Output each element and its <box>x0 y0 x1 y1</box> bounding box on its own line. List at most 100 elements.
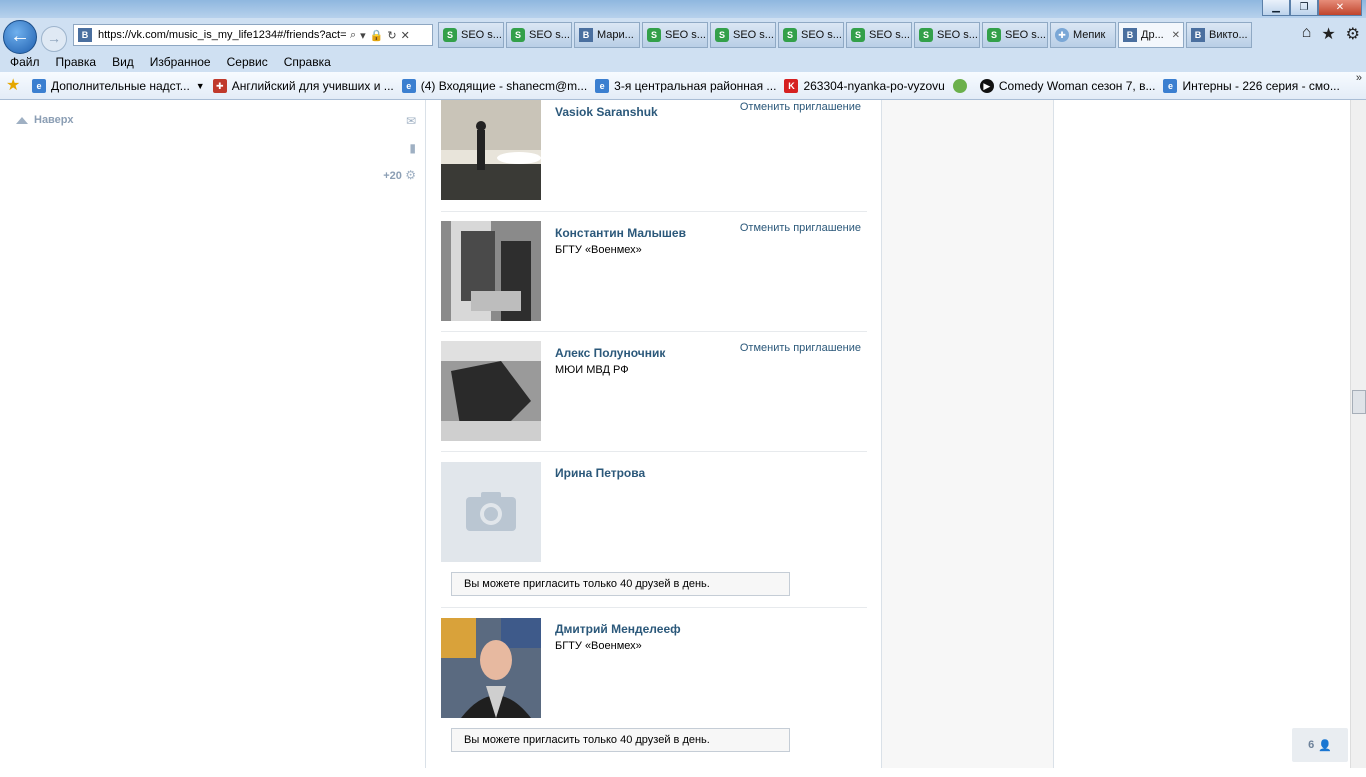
tab-1[interactable]: S SEO s... <box>506 22 572 48</box>
favorite-link-0[interactable]: e Дополнительные надст... ▼ <box>32 78 205 93</box>
ie-page-icon: e <box>1163 78 1178 93</box>
menu-bar: Файл Правка Вид Избранное Сервис Справка <box>0 52 1366 72</box>
title-bar: ▁ ❐ ✕ <box>0 0 1366 18</box>
invite-limit-notice: Вы можете пригласить только 40 друзей в … <box>451 728 790 752</box>
favorite-link-1[interactable]: ✚ Английский для учивших и ... <box>212 78 394 93</box>
avatar-placeholder[interactable] <box>441 462 541 562</box>
friend-row: Ирина Петрова Вы можете пригласить тольк… <box>441 451 867 608</box>
green-globe-icon <box>952 78 967 93</box>
home-icon[interactable]: ⌂ <box>1302 24 1312 44</box>
avatar[interactable] <box>441 100 541 200</box>
menu-tools[interactable]: Сервис <box>227 55 268 69</box>
site-favicon-icon: B <box>78 28 92 42</box>
play-circle-icon: ▶ <box>979 78 994 93</box>
arrow-up-icon <box>16 116 28 124</box>
mepik-favicon-icon: ✚ <box>1055 28 1069 42</box>
navigation-row: ← → B https://vk.com/music_is_my_life123… <box>0 18 1366 54</box>
refresh-icon[interactable]: ↻ <box>387 29 396 42</box>
avatar[interactable] <box>441 341 541 441</box>
page-scrollbar[interactable] <box>1350 100 1366 768</box>
favorite-link-5[interactable] <box>952 78 972 93</box>
url-text[interactable]: https://vk.com/music_is_my_life1234#/fri… <box>98 29 346 41</box>
vk-favicon-icon: B <box>579 28 593 42</box>
favorites-star-icon[interactable]: ★ <box>1321 24 1335 44</box>
back-to-top-link[interactable]: Наверх <box>16 114 74 126</box>
favorite-link-6[interactable]: ▶ Comedy Woman сезон 7, в... <box>979 78 1155 93</box>
avatar[interactable] <box>441 221 541 321</box>
friend-university: БГТУ «Военмех» <box>555 640 642 652</box>
vk-favicon-icon: B <box>1191 28 1205 42</box>
menu-help[interactable]: Справка <box>284 55 331 69</box>
friend-name[interactable]: Константин Малышев <box>555 226 686 240</box>
tab-7[interactable]: S SEO s... <box>914 22 980 48</box>
close-tab-icon[interactable]: ✕ <box>1172 30 1180 41</box>
address-bar[interactable]: B https://vk.com/music_is_my_life1234#/f… <box>73 24 433 46</box>
tab-11[interactable]: B Викто... <box>1186 22 1252 48</box>
window-controls: ▁ ❐ ✕ <box>1262 0 1362 16</box>
cancel-invite-link[interactable]: Отменить приглашение <box>740 222 861 234</box>
favorite-link-7[interactable]: e Интерны - 226 серия - смо... <box>1163 78 1340 93</box>
counter-settings[interactable]: +20 ⚙ <box>370 168 416 182</box>
menu-favorites[interactable]: Избранное <box>150 55 211 69</box>
more-favorites-chevron-icon[interactable]: » <box>1356 72 1362 84</box>
seo-favicon-icon: S <box>647 28 661 42</box>
gear-icon: ⚙ <box>405 168 416 182</box>
back-button[interactable]: ← <box>3 20 37 54</box>
gear-icon[interactable]: ⚙ <box>1346 24 1360 44</box>
vk-favicon-icon: B <box>1123 28 1137 42</box>
tab-2[interactable]: B Мари... <box>574 22 640 48</box>
friends-list: Vasiok Saranshuk Отменить приглашение Ко… <box>425 100 882 768</box>
uk-flag-icon: ✚ <box>212 78 227 93</box>
stop-icon[interactable]: ✕ <box>401 29 410 42</box>
scrollbar-thumb[interactable] <box>1352 390 1366 414</box>
seo-favicon-icon: S <box>783 28 797 42</box>
seo-favicon-icon: S <box>715 28 729 42</box>
friend-row: Дмитрий Менделееф БГТУ «Военмех» Вы може… <box>441 607 867 777</box>
tab-3[interactable]: S SEO s... <box>642 22 708 48</box>
left-column: Наверх ✉ ▮ +20 ⚙ <box>0 100 425 768</box>
right-gray-column <box>882 100 1054 768</box>
browser-right-icons: ⌂ ★ ⚙ <box>1302 24 1360 44</box>
avatar-portrait-photo <box>441 618 541 718</box>
tab-5[interactable]: S SEO s... <box>778 22 844 48</box>
menu-view[interactable]: Вид <box>112 55 134 69</box>
avatar[interactable] <box>441 618 541 718</box>
lock-icon[interactable]: 🔒 <box>370 29 384 42</box>
cancel-invite-link[interactable]: Отменить приглашение <box>740 101 861 113</box>
friend-name[interactable]: Алекс Полуночник <box>555 346 665 360</box>
minimize-button[interactable]: ▁ <box>1262 0 1290 16</box>
tab-0[interactable]: S SEO s... <box>438 22 504 48</box>
browser-chrome: ▁ ❐ ✕ ← → B https://vk.com/music_is_my_l… <box>0 0 1366 72</box>
tab-6[interactable]: S SEO s... <box>846 22 912 48</box>
dropdown-caret-icon[interactable]: ▼ <box>196 81 205 91</box>
friend-name[interactable]: Дмитрий Менделееф <box>555 622 681 636</box>
speech-bubble-icon[interactable]: ▮ <box>370 141 416 155</box>
tab-8[interactable]: S SEO s... <box>982 22 1048 48</box>
friend-university: МЮИ МВД РФ <box>555 364 629 376</box>
avatar-bw-photo <box>441 341 541 441</box>
online-friends-badge[interactable]: 6 👤 <box>1292 728 1348 762</box>
menu-edit[interactable]: Правка <box>56 55 97 69</box>
tab-4[interactable]: S SEO s... <box>710 22 776 48</box>
seo-favicon-icon: S <box>511 28 525 42</box>
friend-row: Vasiok Saranshuk Отменить приглашение <box>441 90 867 212</box>
tab-strip: S SEO s... S SEO s... B Мари... S SEO s... S… <box>438 22 1254 50</box>
tab-10-active[interactable]: B Др... ✕ <box>1118 22 1184 48</box>
envelope-icon[interactable]: ✉ <box>370 114 416 128</box>
cancel-invite-link[interactable]: Отменить приглашение <box>740 342 861 354</box>
friend-name[interactable]: Ирина Петрова <box>555 466 645 480</box>
friend-name[interactable]: Vasiok Saranshuk <box>555 105 658 119</box>
address-bar-icons: ⌕ ▾ 🔒 ↻ ✕ <box>350 29 410 42</box>
seo-favicon-icon: S <box>919 28 933 42</box>
restore-button[interactable]: ❐ <box>1290 0 1318 16</box>
forward-button[interactable]: → <box>41 26 67 52</box>
seo-favicon-icon: S <box>987 28 1001 42</box>
search-icon[interactable]: ⌕ <box>350 29 356 42</box>
menu-file[interactable]: Файл <box>10 55 40 69</box>
dropdown-caret-icon[interactable]: ▾ <box>360 29 366 42</box>
camera-icon <box>466 492 516 531</box>
friend-row: Константин Малышев БГТУ «Военмех» Отмени… <box>441 211 867 332</box>
tab-9[interactable]: ✚ Мепик <box>1050 22 1116 48</box>
favorites-add-star-icon[interactable]: ★ <box>6 77 24 95</box>
close-window-button[interactable]: ✕ <box>1318 0 1362 16</box>
